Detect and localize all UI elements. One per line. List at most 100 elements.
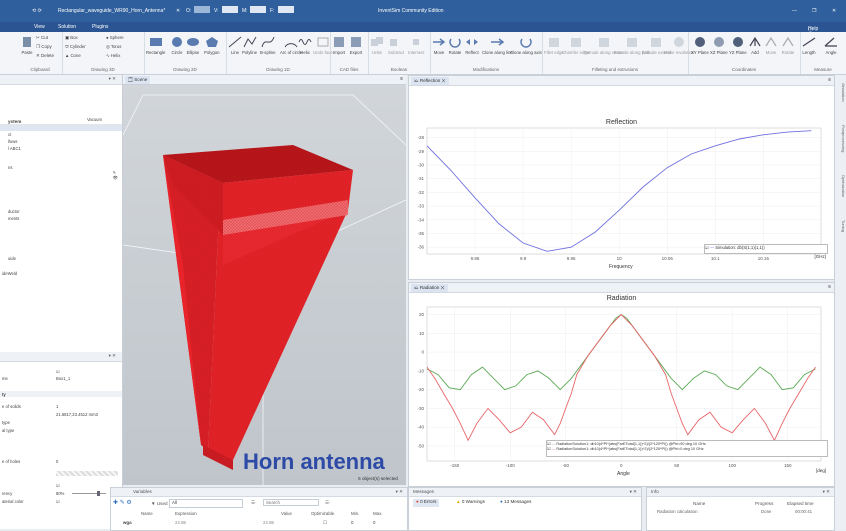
- tree-item-vacuum[interactable]: Vacuum: [87, 117, 102, 122]
- menu-plugins[interactable]: Plugins: [92, 24, 108, 30]
- fillet-edge-button[interactable]: Fillet edge: [544, 36, 564, 55]
- panel-controls[interactable]: ▾ ✕: [823, 489, 830, 495]
- circle-button[interactable]: Circle: [170, 36, 184, 55]
- used-by-select[interactable]: All: [169, 499, 243, 508]
- unite-button[interactable]: Unite: [370, 36, 384, 55]
- list-view-icon[interactable]: ☰·: [251, 500, 257, 506]
- cell-min[interactable]: 0: [351, 520, 353, 525]
- messages-filter[interactable]: ● 13 Messages: [497, 499, 534, 507]
- col-header[interactable]: Name: [141, 511, 153, 516]
- tab-tuning[interactable]: Tuning: [836, 220, 846, 232]
- minimize-icon[interactable]: —: [792, 8, 797, 14]
- helix-button[interactable]: ∿ Helix: [106, 53, 120, 59]
- torus-button[interactable]: ◎ Torus: [106, 44, 121, 50]
- clone-axis-button[interactable]: Clone along axis: [510, 36, 542, 55]
- slider-thumb[interactable]: [97, 491, 100, 496]
- menu-view[interactable]: View: [34, 24, 45, 30]
- cut-button[interactable]: ✂ Cut: [36, 35, 48, 41]
- xz-plane-button[interactable]: XZ Plane: [710, 36, 728, 55]
- xy-plane-button[interactable]: XY Plane: [691, 36, 709, 55]
- helix1d-button[interactable]: Helix: [298, 36, 312, 55]
- add-variable-icon[interactable]: ✚ ✎ ⚙: [113, 499, 132, 506]
- prop-value[interactable]: Box1_1: [56, 376, 70, 381]
- warnings-filter[interactable]: ▲ 0 Warnings: [453, 499, 488, 507]
- paste-button[interactable]: Paste: [20, 36, 34, 55]
- transparency-slider[interactable]: [72, 493, 106, 494]
- menu-solution[interactable]: Solution: [58, 24, 76, 30]
- tree-sub-item[interactable]: ductor: [8, 209, 20, 214]
- col-header[interactable]: Max.: [373, 511, 383, 516]
- polyline-button[interactable]: Polyline: [242, 36, 257, 55]
- errors-filter[interactable]: ● 0 Errors: [413, 499, 440, 507]
- yz-plane-button[interactable]: YZ Plane: [729, 36, 747, 55]
- table-row[interactable]: wga 22.86 22.86 ☐ 0 0: [111, 520, 407, 527]
- f-field[interactable]: [278, 6, 294, 13]
- tree-sub-item[interactable]: ct: [8, 132, 11, 137]
- col-header[interactable]: Min.: [351, 511, 359, 516]
- prop-value[interactable]: 80%: [56, 491, 64, 496]
- tab-optimization[interactable]: Optimization: [836, 175, 846, 197]
- tree-sub-item[interactable]: ideWeld: [2, 271, 17, 276]
- cylinder-button[interactable]: ⬭ Cylinder: [65, 44, 86, 49]
- rotate-button[interactable]: Rotate: [448, 36, 462, 55]
- polygon-button[interactable]: Polygon: [204, 36, 220, 55]
- sphere-button[interactable]: ● Sphere: [106, 35, 124, 40]
- v-field[interactable]: [222, 6, 238, 13]
- line-button[interactable]: Line: [228, 36, 242, 55]
- cell-max[interactable]: 0: [373, 520, 375, 525]
- tree-sub-item[interactable]: ments: [8, 216, 19, 221]
- search-input[interactable]: [263, 499, 319, 506]
- table-row[interactable]: Radiation calculation Done 00:00:41: [647, 509, 834, 516]
- rectangle-button[interactable]: Rectangle: [146, 36, 165, 55]
- bspline-button[interactable]: B-spline: [260, 36, 276, 55]
- cell-expression[interactable]: 22.86: [175, 520, 186, 525]
- maximize-icon[interactable]: ❐: [812, 8, 816, 14]
- reflect-button[interactable]: Reflect: [465, 36, 479, 55]
- legend-checkbox[interactable]: ☑: [547, 447, 550, 451]
- intersect-button[interactable]: Intersect: [408, 36, 424, 55]
- filter-icon[interactable]: ☰·: [325, 500, 331, 506]
- prop-visible-checkbox[interactable]: ☑: [56, 483, 60, 488]
- tree-sub-item[interactable]: l ABC1: [8, 146, 21, 151]
- col-header[interactable]: Optimizable: [311, 511, 334, 516]
- panel-controls[interactable]: ▾ ✕: [630, 489, 637, 495]
- color-swatch[interactable]: [56, 471, 118, 476]
- tree-sub-item[interactable]: ns: [8, 165, 12, 170]
- tab-scene[interactable]: 🗔 Scene: [125, 76, 151, 84]
- box-button[interactable]: ▣ Box: [65, 35, 78, 41]
- m-field[interactable]: [250, 6, 266, 13]
- prop-visible-checkbox[interactable]: ☑: [56, 369, 60, 374]
- close-icon[interactable]: ✕: [832, 8, 836, 14]
- export-button[interactable]: Export: [349, 36, 363, 55]
- rotate-cs-button[interactable]: Rotate: [781, 36, 795, 55]
- prop-visible-checkbox[interactable]: ☑: [56, 499, 60, 504]
- tree-section-system[interactable]: ystem: [8, 119, 21, 124]
- clone-line-button[interactable]: Clone along line: [482, 36, 513, 55]
- scene-menu-icon[interactable]: ≡: [400, 76, 403, 82]
- subtract-button[interactable]: Subtract: [388, 36, 404, 55]
- delete-button[interactable]: ✕ Delete: [36, 53, 54, 59]
- add-cs-button[interactable]: Add: [748, 36, 762, 55]
- move-cs-button[interactable]: Move: [764, 36, 778, 55]
- copy-button[interactable]: ❐ Copy: [36, 44, 52, 50]
- panel-controls[interactable]: ▾ ✕: [396, 489, 403, 495]
- tab-simulation[interactable]: Simulation: [836, 83, 846, 102]
- col-header[interactable]: Value: [281, 511, 292, 516]
- ellipse-button[interactable]: Ellipse: [186, 36, 200, 55]
- visibility-icon[interactable]: ✎ 👁: [113, 170, 118, 181]
- move-button[interactable]: Move: [432, 36, 446, 55]
- col-header[interactable]: Expression: [175, 511, 197, 516]
- tree-sub-item[interactable]: llows: [8, 139, 17, 144]
- tab-postprocessing[interactable]: Postprocessing: [836, 125, 846, 152]
- undo-redo-icons[interactable]: ⟲ ⟳: [32, 8, 42, 14]
- scene-viewport[interactable]: 5 object(s) selected: [123, 75, 406, 485]
- cone-button[interactable]: ▲ Cone: [65, 53, 81, 58]
- close-doc-icon[interactable]: ✕: [176, 8, 180, 14]
- import-button[interactable]: Import: [332, 36, 346, 55]
- angle-button[interactable]: Angle: [824, 36, 838, 55]
- legend-checkbox[interactable]: ☑: [705, 245, 709, 250]
- o-field[interactable]: [194, 6, 210, 13]
- tree-sub-item[interactable]: uide: [8, 256, 16, 261]
- optimizable-checkbox[interactable]: ☐: [323, 520, 327, 526]
- length-button[interactable]: Length: [802, 36, 816, 55]
